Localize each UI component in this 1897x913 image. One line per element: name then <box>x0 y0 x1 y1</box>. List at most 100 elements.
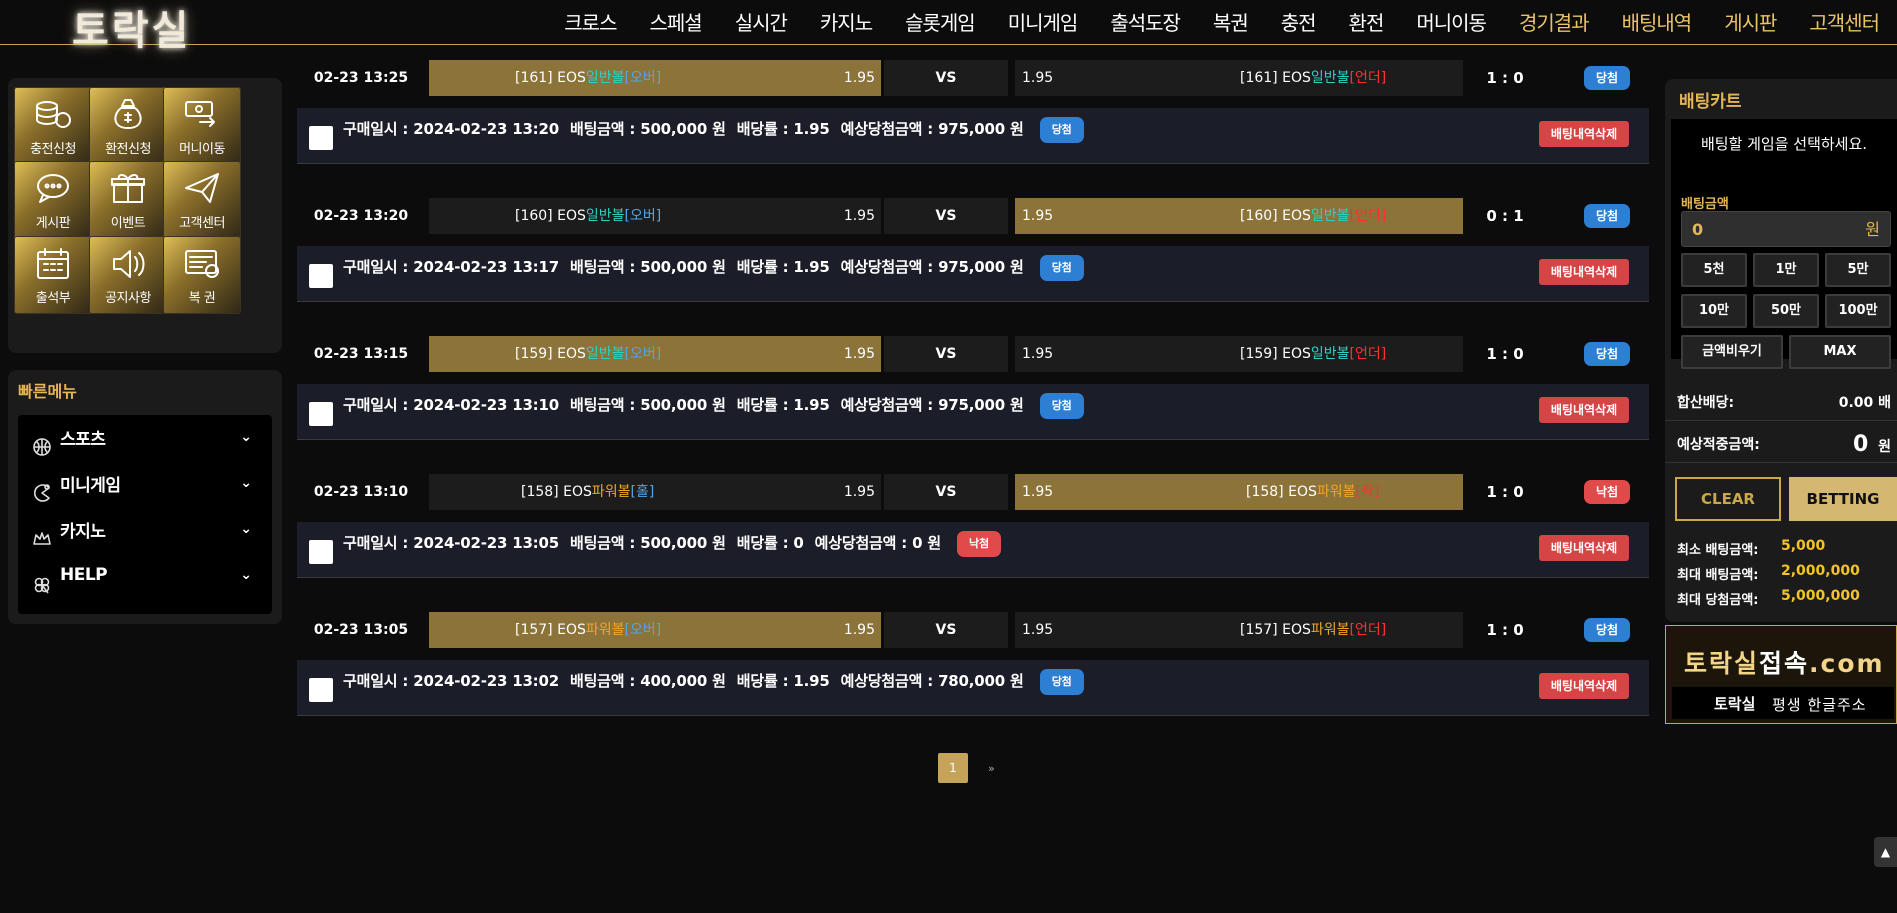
tile-calendar[interactable]: 출석부 <box>14 236 92 314</box>
quick-menu-item-0[interactable]: 스포츠 ⌄ <box>18 415 272 459</box>
team-name: [159] EOS일반볼[오버] <box>515 336 661 372</box>
tile-speaker[interactable]: 공지사항 <box>89 236 167 314</box>
amount-100k-button[interactable]: 10만 <box>1681 294 1747 328</box>
away-team-under-option[interactable]: [157] EOS파워볼[언더] 1.95 <box>1015 612 1463 648</box>
speaker-icon <box>108 245 148 287</box>
amount-10k-button[interactable]: 1만 <box>1753 253 1819 287</box>
team-name: [158] EOS파워볼[짝] <box>1246 474 1379 510</box>
cart-clear-button[interactable]: CLEAR <box>1675 477 1781 521</box>
quick-menu-item-3[interactable]: HELP ⌄ <box>18 553 272 597</box>
nav-item-5[interactable]: 미니게임 <box>1008 7 1079 36</box>
home-team-over-option[interactable]: [158] EOS파워볼[홀] 1.95 <box>429 474 881 510</box>
team-name: [158] EOS파워볼[홀] <box>521 474 654 510</box>
max-amount-button[interactable]: MAX <box>1789 335 1891 369</box>
quick-menu-item-1[interactable]: 미니게임 ⌄ <box>18 461 272 505</box>
clear-amount-button[interactable]: 금액비우기 <box>1681 335 1783 369</box>
nav-item-4[interactable]: 슬롯게임 <box>905 7 976 36</box>
site-logo[interactable]: 토락실 <box>72 0 191 56</box>
tile-label: 머니이동 <box>179 142 225 157</box>
quick-menu-item-2[interactable]: 카지노 ⌄ <box>18 507 272 551</box>
bet-amount: 배팅금액 : 500,000 원 <box>569 534 726 552</box>
tile-money-transfer[interactable]: 머니이동 <box>163 87 241 165</box>
nav-item-0[interactable]: 크로스 <box>564 7 617 36</box>
pagination-current-page[interactable]: 1 <box>938 753 968 783</box>
nav-item-7[interactable]: 복권 <box>1213 7 1249 36</box>
chat-bubble-icon <box>33 170 73 212</box>
site-address-banner[interactable]: 토락실접속.com 토락실 평생 한글주소 <box>1665 625 1897 724</box>
nav-item-13[interactable]: 게시판 <box>1724 7 1777 36</box>
bet-result-badge: 당첨 <box>1039 254 1084 281</box>
delete-bet-button[interactable]: 배팅내역삭제 <box>1539 673 1629 699</box>
match-row: 02-23 13:25 [161] EOS일반볼[오버] 1.95 [161] EOS… <box>297 58 1649 98</box>
nav-item-11[interactable]: 경기결과 <box>1519 7 1590 36</box>
tile-chat-bubble[interactable]: 게시판 <box>14 161 92 239</box>
away-team-under-option[interactable]: [159] EOS일반볼[언더] 1.95 <box>1015 336 1463 372</box>
away-team-under-option[interactable]: [158] EOS파워볼[짝] 1.95 <box>1015 474 1463 510</box>
home-team-over-option[interactable]: [160] EOS일반볼[오버] 1.95 <box>429 198 881 234</box>
nav-item-2[interactable]: 실시간 <box>735 7 788 36</box>
nav-item-8[interactable]: 충전 <box>1281 7 1317 36</box>
tile-gift[interactable]: 이벤트 <box>89 161 167 239</box>
bet-detail-row: 구매일시 : 2024-02-23 13:20 배팅금액 : 500,000 원 배… <box>297 108 1649 164</box>
bet-select-checkbox[interactable] <box>309 264 333 288</box>
bet-amount-input[interactable]: 0 원 <box>1681 211 1891 247</box>
chevron-down-icon[interactable]: ⌄ <box>240 429 252 445</box>
nav-item-6[interactable]: 출석도장 <box>1110 7 1181 36</box>
cart-empty-message: 배팅할 게임을 선택하세요. <box>1700 135 1868 153</box>
tile-label: 출석부 <box>35 291 71 306</box>
nav-item-12[interactable]: 배팅내역 <box>1622 7 1693 36</box>
match-score: 1 : 0 <box>1486 69 1524 87</box>
bet-rate: 배당률 : 1.95 <box>736 672 830 690</box>
delete-bet-button[interactable]: 배팅내역삭제 <box>1539 259 1629 285</box>
nav-item-14[interactable]: 고객센터 <box>1809 7 1880 36</box>
team-odds: 1.95 <box>1022 346 1054 362</box>
amount-50k-button[interactable]: 5만 <box>1825 253 1891 287</box>
pagination-next[interactable]: » <box>988 762 995 775</box>
vs-label: VS <box>884 60 1008 96</box>
amount-1m-button[interactable]: 100만 <box>1825 294 1891 328</box>
home-team-over-option[interactable]: [161] EOS일반볼[오버] 1.95 <box>429 60 881 96</box>
match-score: 1 : 0 <box>1486 483 1524 501</box>
bet-detail-text: 구매일시 : 2024-02-23 13:02 배팅금액 : 400,000 원 배… <box>343 660 1084 702</box>
bet-select-checkbox[interactable] <box>309 126 333 150</box>
tile-lottery[interactable]: 복 권 <box>163 236 241 314</box>
game-type: 파워볼 <box>1316 484 1356 500</box>
bet-detail-row: 구매일시 : 2024-02-23 13:10 배팅금액 : 500,000 원 배… <box>297 384 1649 440</box>
bet-select-checkbox[interactable] <box>309 678 333 702</box>
bet-detail-row: 구매일시 : 2024-02-23 13:02 배팅금액 : 400,000 원 배… <box>297 660 1649 716</box>
nav-item-9[interactable]: 환전 <box>1349 7 1385 36</box>
amount-500k-button[interactable]: 50만 <box>1753 294 1819 328</box>
away-team-under-option[interactable]: [160] EOS일반볼[언더] 1.95 <box>1015 198 1463 234</box>
tile-coins[interactable]: 충전신청 <box>14 87 92 165</box>
nav-item-1[interactable]: 스페셜 <box>649 7 702 36</box>
nav-item-10[interactable]: 머니이동 <box>1416 7 1487 36</box>
delete-bet-button[interactable]: 배팅내역삭제 <box>1539 121 1629 147</box>
team-odds: 1.95 <box>843 346 875 362</box>
bet-expected: 예상당첨금액 : 975,000 원 <box>840 396 1024 414</box>
away-team-under-option[interactable]: [161] EOS일반볼[언더] 1.95 <box>1015 60 1463 96</box>
nav-item-3[interactable]: 카지노 <box>820 7 873 36</box>
bet-detail-row: 구매일시 : 2024-02-23 13:17 배팅금액 : 500,000 원 배… <box>297 246 1649 302</box>
result-badge: 낙첨 <box>1584 480 1630 504</box>
tile-paper-plane[interactable]: 고객센터 <box>163 161 241 239</box>
home-team-over-option[interactable]: [157] EOS파워볼[오버] 1.95 <box>429 612 881 648</box>
bet-select-checkbox[interactable] <box>309 540 333 564</box>
match-score: 1 : 0 <box>1486 621 1524 639</box>
chevron-down-icon[interactable]: ⌄ <box>240 567 252 583</box>
banner-address: 토락실접속.com <box>1684 644 1885 680</box>
home-team-over-option[interactable]: [159] EOS일반볼[오버] 1.95 <box>429 336 881 372</box>
result-badge: 당첨 <box>1584 618 1630 642</box>
bet-purchase: 구매일시 : 2024-02-23 13:10 <box>343 396 559 414</box>
scroll-top-button[interactable]: ▲ <box>1874 837 1897 867</box>
chevron-down-icon[interactable]: ⌄ <box>240 475 252 491</box>
amount-5k-button[interactable]: 5천 <box>1681 253 1747 287</box>
pick-label: [오버] <box>624 622 662 638</box>
tile-money-bag[interactable]: 환전신청 <box>89 87 167 165</box>
bet-select-checkbox[interactable] <box>309 402 333 426</box>
bet-detail-text: 구매일시 : 2024-02-23 13:17 배팅금액 : 500,000 원 배… <box>343 246 1084 288</box>
delete-bet-button[interactable]: 배팅내역삭제 <box>1539 397 1629 423</box>
match-row: 02-23 13:20 [160] EOS일반볼[오버] 1.95 [160] EOS… <box>297 196 1649 236</box>
chevron-down-icon[interactable]: ⌄ <box>240 521 252 537</box>
delete-bet-button[interactable]: 배팅내역삭제 <box>1539 535 1629 561</box>
cart-betting-button[interactable]: BETTING <box>1789 477 1897 521</box>
